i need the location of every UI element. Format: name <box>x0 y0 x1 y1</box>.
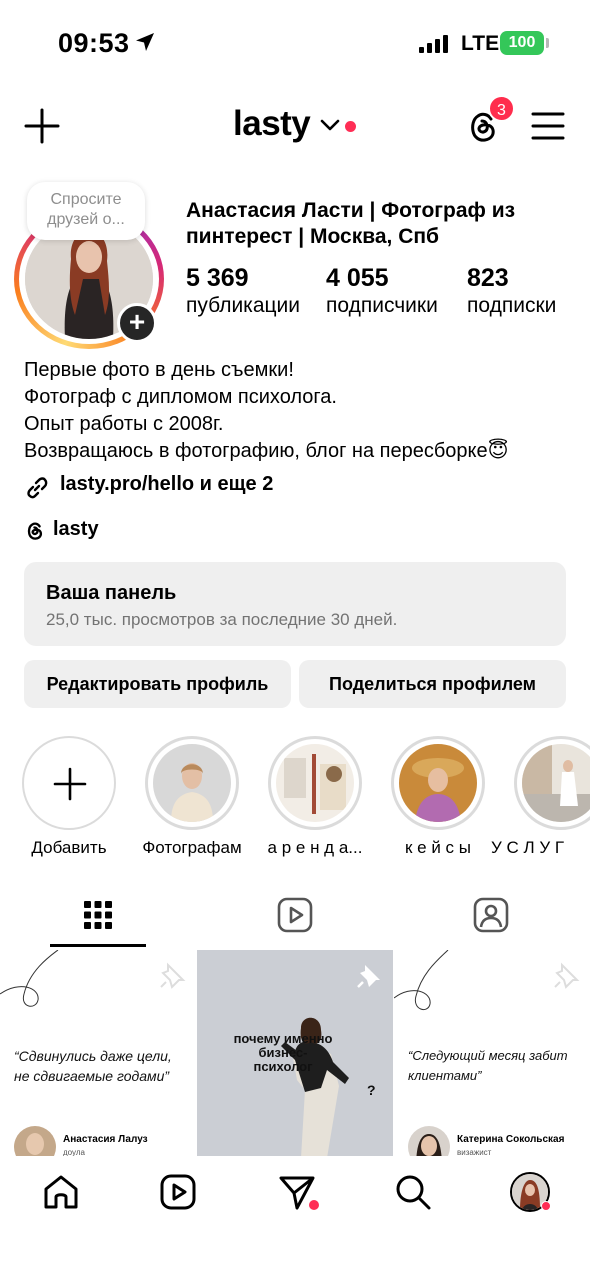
highlight-item[interactable]: Фотографам <box>142 736 242 857</box>
grid-post[interactable]: “Сдвинулись даже цели, не сдвигаемые год… <box>0 950 196 1158</box>
stat-following-value[interactable]: 823 <box>467 264 509 293</box>
highlight-cover <box>153 744 231 822</box>
link-icon <box>27 477 48 499</box>
highlight-cover <box>399 744 477 822</box>
chevron-down-icon[interactable] <box>320 118 340 132</box>
edit-profile-button[interactable]: Редактировать профиль <box>24 660 291 708</box>
highlight-item[interactable]: У С Л У Г <box>491 736 590 857</box>
status-bar: 09:53 LTE 100 <box>0 0 590 90</box>
highlight-cover <box>522 744 590 822</box>
stat-posts-value[interactable]: 5 369 <box>186 264 249 293</box>
unread-dot <box>309 1200 319 1210</box>
note-bubble[interactable]: Спросите друзей о... <box>27 182 145 240</box>
highlight-add[interactable]: Добавить <box>21 736 117 857</box>
pin-icon <box>554 962 580 989</box>
grid-icon[interactable] <box>76 893 120 937</box>
post-author-name: Анастасия Лалуз <box>63 1134 148 1145</box>
post-quote: “Следующий месяц забит клиентами” <box>408 1048 568 1083</box>
profile-dot <box>541 1201 551 1211</box>
network-type: LTE <box>461 32 500 55</box>
threads-profile-link[interactable]: lasty <box>53 518 99 541</box>
highlight-cover <box>276 744 354 822</box>
stat-following-label[interactable]: подписки <box>467 294 556 318</box>
bio-line: Первые фото в день съемки! <box>24 359 294 381</box>
pin-icon <box>357 965 380 988</box>
profile-username[interactable]: lasty <box>233 104 311 144</box>
battery-icon: 100 <box>500 31 544 55</box>
bio-line: Фотограф с дипломом психолога. <box>24 386 337 408</box>
grid-post[interactable]: почему именно бизнес-психолог ? <box>197 950 393 1158</box>
stat-followers-value[interactable]: 4 055 <box>326 264 389 293</box>
bottom-navigation <box>0 1156 590 1280</box>
plus-icon[interactable] <box>24 108 60 144</box>
pin-icon <box>160 962 186 989</box>
share-profile-button[interactable]: Поделиться профилем <box>299 660 566 708</box>
threads-badge: 3 <box>488 95 515 122</box>
display-name: Анастасия Ласти | Фотограф из пинтерест … <box>186 199 516 248</box>
bio-link[interactable]: lasty.pro/hello и еще 2 <box>60 473 273 496</box>
highlight-item[interactable]: а р е н д а... <box>267 736 363 857</box>
dashboard-title: Ваша панель <box>46 582 177 604</box>
threads-icon <box>27 522 43 540</box>
tagged-icon[interactable] <box>469 893 513 937</box>
post-author-name: Катерина Сокольская <box>457 1134 565 1145</box>
post-author-avatar <box>408 1126 450 1158</box>
cellular-signal-icon <box>419 35 448 53</box>
menu-icon[interactable] <box>531 111 565 141</box>
reels-icon[interactable] <box>273 893 317 937</box>
plus-icon <box>53 767 87 801</box>
post-mark: ? <box>367 1082 376 1098</box>
professional-dashboard[interactable]: Ваша панель 25,0 тыс. просмотров за посл… <box>24 562 566 646</box>
post-title: почему именно бизнес-психолог <box>233 1031 333 1074</box>
reels-icon[interactable] <box>158 1172 198 1212</box>
battery-nub <box>546 38 549 48</box>
add-story-button[interactable]: + <box>117 303 157 343</box>
bio-line: Опыт работы с 2008г. <box>24 413 224 435</box>
active-tab-indicator <box>50 944 146 947</box>
highlight-item[interactable]: к е й с ы <box>390 736 486 857</box>
home-icon[interactable] <box>41 1172 81 1212</box>
location-arrow-icon <box>136 33 154 51</box>
stat-posts-label[interactable]: публикации <box>186 294 300 318</box>
grid-post[interactable]: “Следующий месяц забит клиентами” Катери… <box>394 950 590 1158</box>
highlight-label: У С Л У Г <box>491 838 565 857</box>
bio-line: Возвращаюсь в фотографию, блог на пересб… <box>24 440 509 462</box>
search-icon[interactable] <box>393 1172 433 1212</box>
status-time: 09:53 <box>58 28 130 58</box>
dashboard-subtitle: 25,0 тыс. просмотров за последние 30 дне… <box>46 610 398 629</box>
post-quote: “Сдвинулись даже цели, не сдвигаемые год… <box>14 1048 172 1084</box>
post-author-avatar <box>14 1126 56 1158</box>
notification-dot <box>345 121 356 132</box>
stat-followers-label[interactable]: подписчики <box>326 294 438 318</box>
